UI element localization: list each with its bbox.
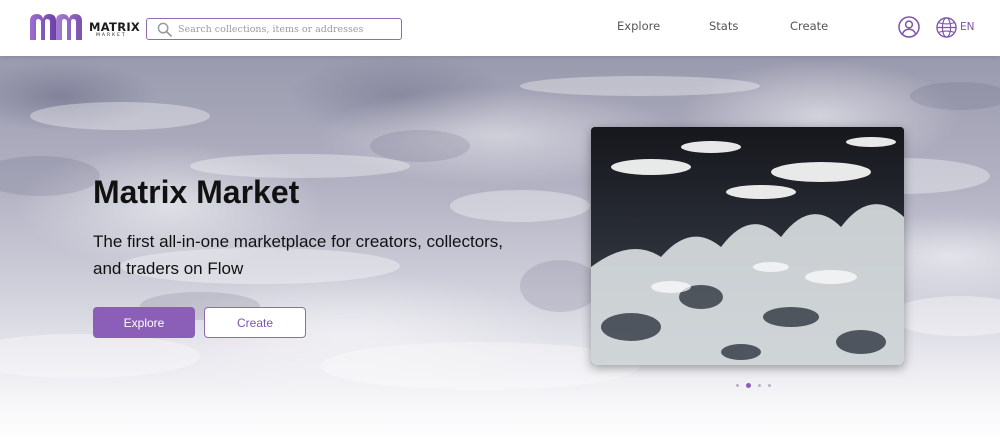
nav-stats-link[interactable]: Stats (709, 19, 738, 33)
search-input[interactable] (178, 23, 398, 35)
carousel-indicators (736, 382, 778, 388)
search-bar[interactable] (146, 18, 402, 40)
hero-title: Matrix Market (93, 174, 300, 210)
nav-explore-link[interactable]: Explore (617, 19, 660, 33)
featured-image-card[interactable] (591, 127, 904, 365)
carousel-dot[interactable] (758, 383, 761, 387)
site-logo[interactable]: MATRIX MARKET (30, 14, 140, 42)
top-nav-bar: MATRIX MARKET Explore Stats Create EN (0, 0, 1000, 56)
logo-wordmark: MATRIX (89, 20, 141, 34)
featured-ocean-image (591, 127, 904, 365)
carousel-dot[interactable] (768, 383, 771, 387)
explore-button[interactable]: Explore (93, 307, 195, 338)
logo-mark-icon (30, 14, 82, 40)
globe-icon (936, 16, 957, 38)
logo-subtitle: MARKET (96, 33, 127, 38)
language-selector[interactable]: EN (936, 16, 975, 38)
carousel-dot[interactable] (736, 383, 739, 387)
carousel-dot[interactable] (746, 382, 751, 388)
account-icon[interactable] (898, 16, 920, 38)
hero-banner: Matrix Market The first all-in-one marke… (0, 56, 1000, 443)
nav-create-link[interactable]: Create (790, 19, 828, 33)
search-icon (157, 22, 172, 37)
create-button[interactable]: Create (204, 307, 306, 338)
language-label: EN (960, 21, 975, 33)
hero-subtitle: The first all-in-one marketplace for cre… (93, 232, 504, 278)
